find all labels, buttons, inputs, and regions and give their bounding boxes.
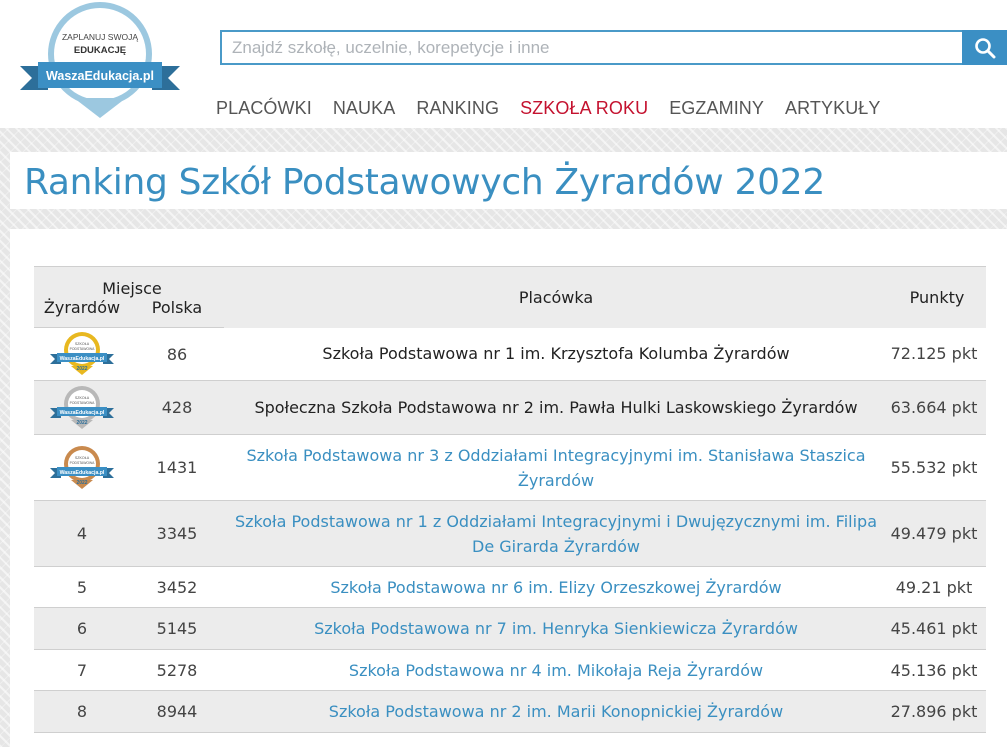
svg-text:WaszaEdukacja.pl: WaszaEdukacja.pl — [60, 410, 105, 416]
nav-szkola-roku[interactable]: SZKOŁA ROKU — [520, 98, 648, 119]
school-cell: Szkoła Podstawowa nr 1 z Oddziałami Inte… — [224, 500, 888, 567]
rank-poland: 8944 — [130, 690, 224, 733]
school-cell: Szkoła Podstawowa nr 2 im. Marii Konopni… — [224, 690, 888, 733]
table-row: SZKOŁA PODSTAWOWA WaszaEdukacja.pl 2022 1431… — [34, 434, 986, 501]
school-cell: Szkoła Podstawowa nr 4 im. Mikołaja Reja… — [224, 649, 888, 691]
ranking-body: SZKOŁA PODSTAWOWA WaszaEdukacja.pl 2022 86 Sz… — [34, 327, 986, 733]
title-box: Ranking Szkół Podstawowych Żyrardów 2022 — [10, 152, 1007, 209]
rank-local: 5 — [34, 566, 130, 608]
school-link[interactable]: Szkoła Podstawowa nr 6 im. Elizy Orzeszk… — [330, 578, 781, 597]
svg-text:PODSTAWOWA: PODSTAWOWA — [70, 401, 95, 405]
svg-text:SZKOŁA: SZKOŁA — [75, 396, 90, 400]
silver-medal-badge: SZKOŁAPODSTAWOWA WaszaEdukacja.pl 2022 — [50, 385, 114, 429]
svg-text:WaszaEdukacja.pl: WaszaEdukacja.pl — [60, 356, 105, 362]
nav-nauka[interactable]: NAUKA — [333, 98, 396, 119]
table-row: 5 3452 Szkoła Podstawowa nr 6 im. Elizy Or… — [34, 566, 986, 608]
svg-text:2022: 2022 — [76, 366, 87, 372]
school-cell: Społeczna Szkoła Podstawowa nr 2 im. Paw… — [224, 380, 888, 435]
school-cell: Szkoła Podstawowa nr 1 im. Krzysztofa Ko… — [224, 327, 888, 381]
school-name: Szkoła Podstawowa nr 1 im. Krzysztofa Ko… — [322, 344, 790, 364]
school-cell: Szkoła Podstawowa nr 6 im. Elizy Orzeszk… — [224, 566, 888, 608]
table-row: SZKOŁA PODSTAWOWA WaszaEdukacja.pl 2022 428 S… — [34, 380, 986, 435]
logo-ribbon-text: WaszaEdukacja.pl — [46, 69, 154, 83]
nav-egzaminy[interactable]: EGZAMINY — [669, 98, 764, 119]
svg-text:WaszaEdukacja.pl: WaszaEdukacja.pl — [60, 470, 105, 476]
rank-local: SZKOŁA PODSTAWOWA WaszaEdukacja.pl 2022 — [34, 434, 130, 501]
table-row: SZKOŁA PODSTAWOWA WaszaEdukacja.pl 2022 86 Sz… — [34, 327, 986, 381]
school-link[interactable]: Szkoła Podstawowa nr 1 z Oddziałami Inte… — [235, 512, 877, 556]
svg-text:PODSTAWOWA: PODSTAWOWA — [70, 347, 95, 351]
search-input[interactable] — [220, 30, 962, 65]
nav-placowki[interactable]: PLACÓWKI — [216, 98, 312, 119]
points-value: 72.125 pkt — [888, 327, 986, 381]
svg-text:2022: 2022 — [76, 420, 87, 426]
header-placowka: Placówka — [224, 266, 888, 328]
rank-local: SZKOŁA PODSTAWOWA WaszaEdukacja.pl 2022 — [34, 380, 130, 435]
gold-medal-badge: SZKOŁAPODSTAWOWA WaszaEdukacja.pl 2022 — [50, 332, 114, 375]
svg-text:2022: 2022 — [76, 480, 87, 486]
school-link[interactable]: Szkoła Podstawowa nr 7 im. Henryka Sienk… — [314, 619, 798, 638]
rank-poland: 5278 — [130, 649, 224, 691]
points-value: 45.461 pkt — [888, 607, 986, 650]
points-value: 55.532 pkt — [888, 434, 986, 501]
nav-artykuly[interactable]: ARTYKUŁY — [785, 98, 881, 119]
table-row: 6 5145 Szkoła Podstawowa nr 7 im. Henryka … — [34, 607, 986, 650]
header-miejsce: Miejsce — [34, 266, 224, 298]
rank-poland: 3452 — [130, 566, 224, 608]
rank-local: 7 — [34, 649, 130, 691]
ranking-table: Miejsce Placówka Punkty Żyrardów Polska … — [34, 266, 986, 733]
logo-line2: EDUKACJĘ — [74, 45, 126, 56]
school-link[interactable]: Szkoła Podstawowa nr 3 z Oddziałami Inte… — [247, 446, 866, 490]
search-button[interactable] — [962, 30, 1007, 65]
table-row: 8 8944 Szkoła Podstawowa nr 2 im. Marii Ko… — [34, 690, 986, 733]
points-value: 45.136 pkt — [888, 649, 986, 691]
content-panel: Miejsce Placówka Punkty Żyrardów Polska … — [10, 229, 1007, 747]
header-punkty: Punkty — [888, 266, 986, 328]
table-row: 4 3345 Szkoła Podstawowa nr 1 z Oddziałami… — [34, 500, 986, 567]
school-link[interactable]: Szkoła Podstawowa nr 2 im. Marii Konopni… — [329, 702, 783, 721]
school-name: Społeczna Szkoła Podstawowa nr 2 im. Paw… — [254, 398, 858, 417]
rank-local: 4 — [34, 500, 130, 567]
points-value: 63.664 pkt — [888, 380, 986, 435]
logo-line1: ZAPLANUJ SWOJĄ — [62, 32, 138, 42]
school-cell: Szkoła Podstawowa nr 3 z Oddziałami Inte… — [224, 434, 888, 501]
rank-poland: 428 — [130, 380, 224, 435]
bronze-medal-badge: SZKOŁAPODSTAWOWA WaszaEdukacja.pl 2022 — [50, 445, 114, 489]
header-zyrardow: Żyrardów — [34, 298, 130, 328]
rank-local: 6 — [34, 607, 130, 650]
svg-text:SZKOŁA: SZKOŁA — [75, 342, 90, 346]
svg-text:PODSTAWOWA: PODSTAWOWA — [70, 461, 95, 465]
rank-poland: 5145 — [130, 607, 224, 650]
search-bar — [220, 30, 962, 65]
rank-poland: 1431 — [130, 434, 224, 501]
points-value: 49.479 pkt — [888, 500, 986, 567]
search-icon — [974, 37, 995, 58]
rank-poland: 3345 — [130, 500, 224, 567]
header-polska: Polska — [130, 298, 224, 328]
school-link[interactable]: Szkoła Podstawowa nr 4 im. Mikołaja Reja… — [349, 661, 763, 680]
school-cell: Szkoła Podstawowa nr 7 im. Henryka Sienk… — [224, 607, 888, 650]
nav-ranking[interactable]: RANKING — [416, 98, 499, 119]
points-value: 27.896 pkt — [888, 690, 986, 733]
table-row: 7 5278 Szkoła Podstawowa nr 4 im. Mikołaja… — [34, 649, 986, 691]
rank-local: 8 — [34, 690, 130, 733]
rank-local: SZKOŁA PODSTAWOWA WaszaEdukacja.pl 2022 — [34, 327, 130, 381]
points-value: 49.21 pkt — [888, 566, 986, 608]
waszaedukacja-logo[interactable]: ZAPLANUJ SWOJĄ EDUKACJĘ WaszaEdukacja.pl — [8, 0, 194, 124]
svg-text:SZKOŁA: SZKOŁA — [75, 456, 90, 460]
main-nav: PLACÓWKI NAUKA RANKING SZKOŁA ROKU EGZAM… — [216, 98, 902, 119]
rank-poland: 86 — [130, 327, 224, 381]
site-header: ZAPLANUJ SWOJĄ EDUKACJĘ WaszaEdukacja.pl… — [0, 0, 1007, 128]
page-title: Ranking Szkół Podstawowych Żyrardów 2022 — [24, 162, 825, 203]
